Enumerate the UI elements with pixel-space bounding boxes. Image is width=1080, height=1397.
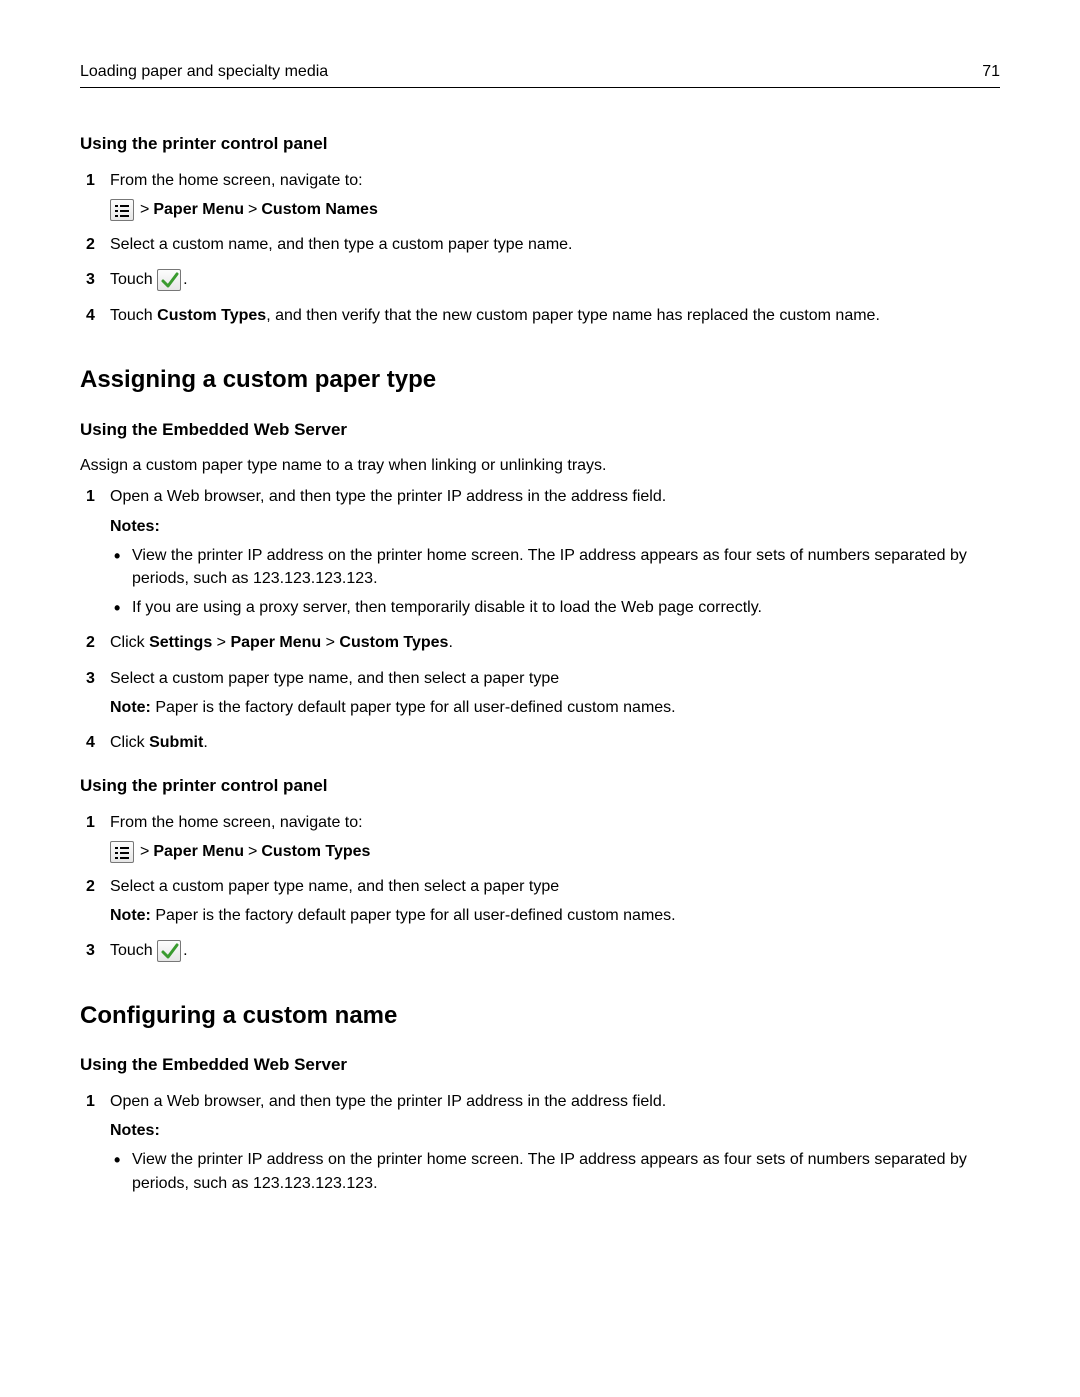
step-number: 2: [86, 233, 95, 256]
note-label: Note:: [110, 699, 151, 716]
step-number: 1: [86, 811, 95, 834]
step-number: 3: [86, 939, 95, 962]
heading-assigning: Assigning a custom paper type: [80, 363, 1000, 398]
nav-path: > Paper Menu > Custom Types: [110, 840, 1000, 863]
note-line: Note: Paper is the factory default paper…: [110, 696, 1000, 719]
step-1: 1 From the home screen, navigate to: > P…: [80, 811, 1000, 863]
nav-item: Custom Types: [339, 634, 448, 651]
step-text: From the home screen, navigate to:: [110, 814, 363, 831]
notes-list: View the printer IP address on the print…: [110, 544, 1000, 620]
nav-item: Paper Menu: [153, 840, 244, 863]
note-text: Paper is the factory default paper type …: [151, 699, 676, 716]
step-number: 1: [86, 169, 95, 192]
nav-sep: >: [248, 840, 257, 863]
nav-item: Paper Menu: [230, 634, 321, 651]
step-2: 2 Select a custom name, and then type a …: [80, 233, 1000, 256]
step-text-pre: Touch: [110, 307, 157, 324]
step-text-bold: Custom Types: [157, 307, 266, 324]
step-text-pre: Click: [110, 634, 149, 651]
subheading-control-panel-1: Using the printer control panel: [80, 132, 1000, 157]
nav-sep: >: [212, 634, 230, 651]
step-text: Select a custom name, and then type a cu…: [110, 236, 572, 253]
note-item: View the printer IP address on the print…: [110, 544, 1000, 590]
step-1: 1 Open a Web browser, and then type the …: [80, 485, 1000, 619]
menu-icon: [110, 199, 134, 221]
note-item: If you are using a proxy server, then te…: [110, 596, 1000, 619]
step-text-pre: Touch: [110, 271, 157, 288]
step-2: 2 Select a custom paper type name, and t…: [80, 875, 1000, 927]
note-label: Note:: [110, 907, 151, 924]
steps-control-panel-2: 1 From the home screen, navigate to: > P…: [80, 811, 1000, 963]
step-text: Select a custom paper type name, and the…: [110, 670, 559, 687]
step-2: 2 Click Settings > Paper Menu > Custom T…: [80, 631, 1000, 654]
step-text-post: , and then verify that the new custom pa…: [266, 307, 880, 324]
menu-icon: [110, 841, 134, 863]
header-page-number: 71: [982, 60, 1000, 83]
step-number: 2: [86, 631, 95, 654]
nav-item: Paper Menu: [153, 198, 244, 221]
step-number: 4: [86, 304, 95, 327]
checkmark-icon: [157, 269, 181, 291]
step-number: 4: [86, 731, 95, 754]
step-number: 2: [86, 875, 95, 898]
heading-configuring: Configuring a custom name: [80, 999, 1000, 1034]
step-number: 1: [86, 485, 95, 508]
step-1: 1 Open a Web browser, and then type the …: [80, 1090, 1000, 1195]
notes-label: Notes:: [110, 515, 1000, 538]
steps-embedded-1: 1 Open a Web browser, and then type the …: [80, 485, 1000, 754]
subheading-control-panel-2: Using the printer control panel: [80, 774, 1000, 799]
step-text: Open a Web browser, and then type the pr…: [110, 1093, 666, 1110]
steps-control-panel-1: 1 From the home screen, navigate to: > P…: [80, 169, 1000, 327]
subheading-embedded-2: Using the Embedded Web Server: [80, 1053, 1000, 1078]
step-text: From the home screen, navigate to:: [110, 172, 363, 189]
step-number: 3: [86, 667, 95, 690]
step-text-pre: Click: [110, 734, 149, 751]
nav-sep: >: [140, 840, 149, 863]
checkmark-icon: [157, 940, 181, 962]
step-3: 3 Select a custom paper type name, and t…: [80, 667, 1000, 719]
step-text-bold: Submit: [149, 734, 203, 751]
steps-embedded-2: 1 Open a Web browser, and then type the …: [80, 1090, 1000, 1195]
step-text: Open a Web browser, and then type the pr…: [110, 488, 666, 505]
step-text-pre: Touch: [110, 942, 157, 959]
note-line: Note: Paper is the factory default paper…: [110, 904, 1000, 927]
step-text: Select a custom paper type name, and the…: [110, 878, 559, 895]
step-text-post: .: [448, 634, 452, 651]
step-text-post: .: [183, 942, 187, 959]
page-header: Loading paper and specialty media 71: [80, 60, 1000, 88]
step-1: 1 From the home screen, navigate to: > P…: [80, 169, 1000, 221]
notes-label: Notes:: [110, 1119, 1000, 1142]
nav-item: Custom Names: [261, 198, 377, 221]
header-section: Loading paper and specialty media: [80, 60, 328, 83]
step-text-post: .: [183, 271, 187, 288]
step-text-post: .: [203, 734, 207, 751]
note-text: Paper is the factory default paper type …: [151, 907, 676, 924]
note-item: View the printer IP address on the print…: [110, 1148, 1000, 1194]
nav-item: Custom Types: [261, 840, 370, 863]
step-number: 3: [86, 268, 95, 291]
nav-sep: >: [321, 634, 339, 651]
nav-sep: >: [248, 198, 257, 221]
step-4: 4 Click Submit.: [80, 731, 1000, 754]
intro-paragraph: Assign a custom paper type name to a tra…: [80, 454, 1000, 477]
nav-sep: >: [140, 198, 149, 221]
step-4: 4 Touch Custom Types, and then verify th…: [80, 304, 1000, 327]
step-3: 3 Touch .: [80, 268, 1000, 291]
notes-list: View the printer IP address on the print…: [110, 1148, 1000, 1194]
step-number: 1: [86, 1090, 95, 1113]
nav-path: > Paper Menu > Custom Names: [110, 198, 1000, 221]
subheading-embedded-1: Using the Embedded Web Server: [80, 418, 1000, 443]
nav-item: Settings: [149, 634, 212, 651]
step-3: 3 Touch .: [80, 939, 1000, 962]
